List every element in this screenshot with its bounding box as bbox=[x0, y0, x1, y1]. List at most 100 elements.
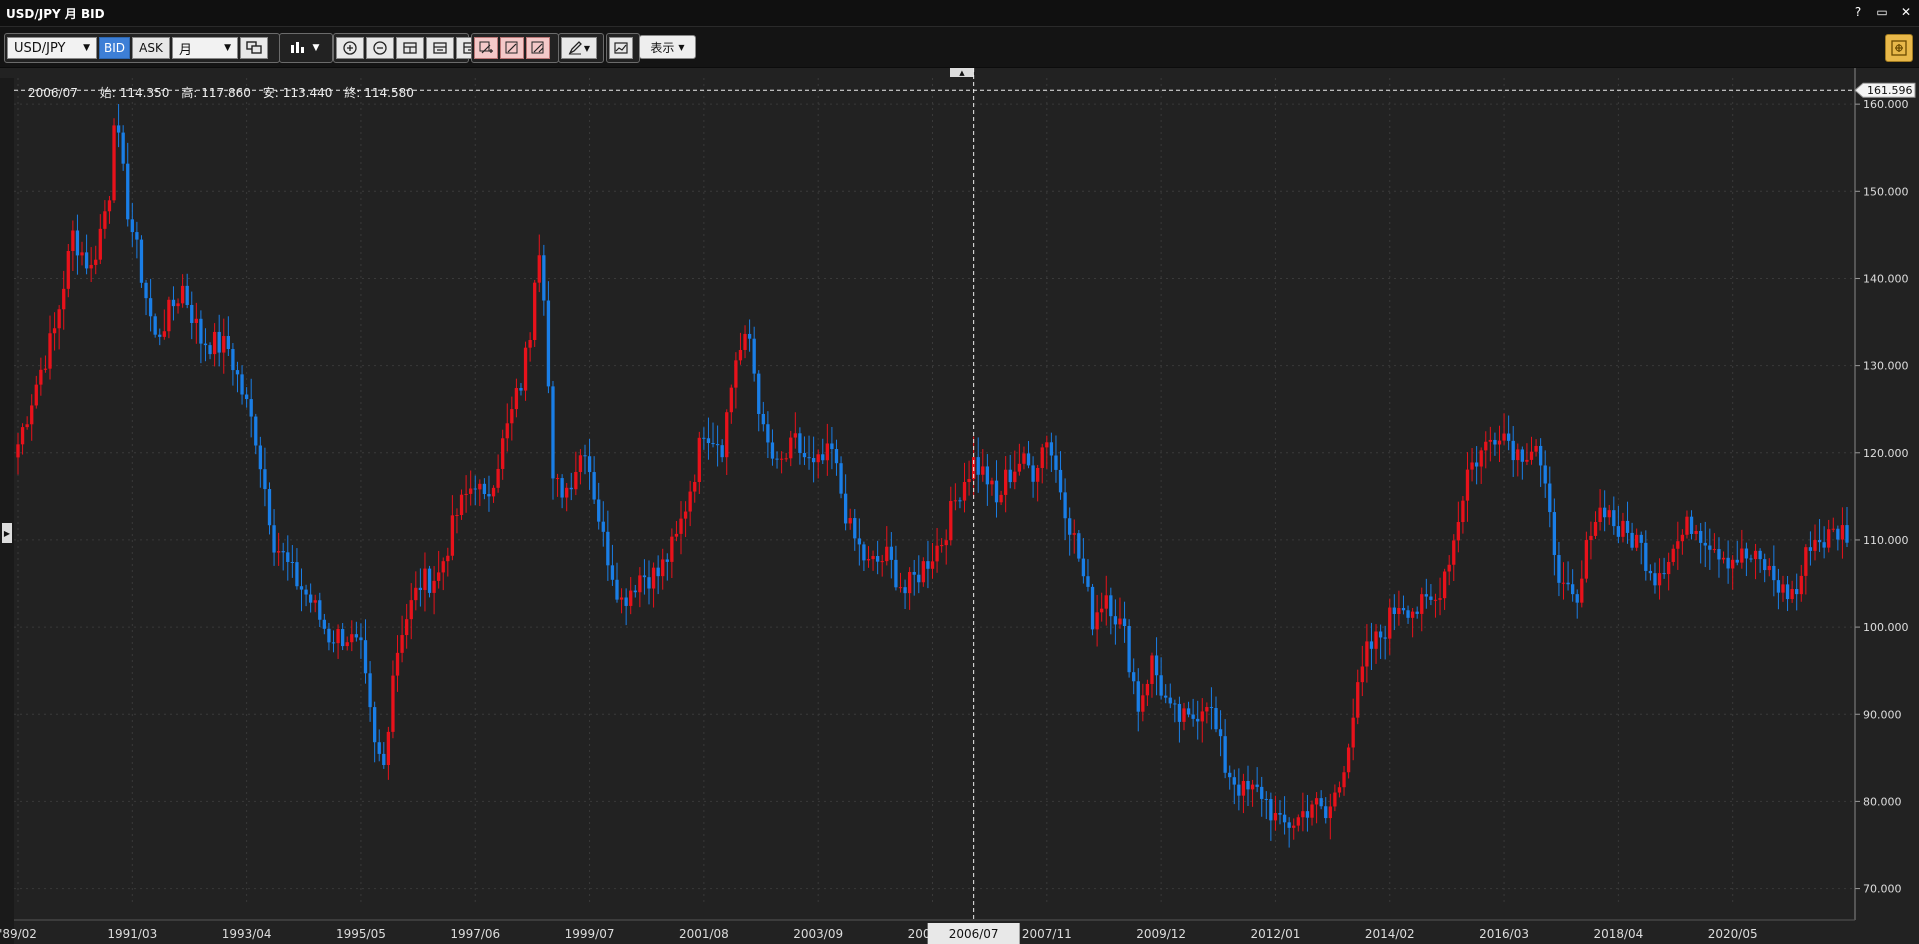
zoom-group bbox=[333, 33, 484, 63]
candle-body bbox=[1113, 616, 1118, 625]
candle-body bbox=[382, 753, 386, 766]
fit-icon bbox=[403, 42, 417, 54]
candle-body bbox=[1264, 798, 1268, 800]
symbol-select[interactable]: USD/JPY ▼ bbox=[7, 37, 97, 59]
candle-body bbox=[363, 640, 368, 674]
fit-button[interactable] bbox=[396, 37, 424, 59]
candle-body bbox=[1141, 695, 1145, 712]
candle-body bbox=[1356, 682, 1360, 718]
candle-body bbox=[222, 336, 226, 353]
candle-body bbox=[853, 518, 857, 539]
candle-body bbox=[1840, 525, 1845, 540]
candlestick-chart[interactable]: 70.000 80.000 90.000 100.000 110.000 120.000 1… bbox=[0, 68, 1919, 944]
close-button[interactable]: ✕ bbox=[1899, 4, 1913, 20]
candle-body bbox=[1173, 703, 1177, 705]
candle-body bbox=[1708, 545, 1712, 550]
candle-body bbox=[1612, 510, 1616, 527]
candle-body bbox=[523, 347, 528, 391]
candle-body bbox=[885, 546, 889, 562]
candle-body bbox=[921, 561, 926, 583]
candle-body bbox=[212, 331, 217, 355]
x-tick-label: 2014/02 bbox=[1365, 927, 1415, 941]
candle-body bbox=[1703, 542, 1707, 546]
candle-body bbox=[345, 642, 349, 647]
indicator-button[interactable] bbox=[609, 37, 633, 59]
candle-body bbox=[1145, 683, 1150, 696]
candle-body bbox=[1401, 607, 1406, 611]
candle-body bbox=[1310, 804, 1314, 818]
draw-add-button[interactable] bbox=[474, 37, 498, 59]
zoom-out-button[interactable] bbox=[366, 37, 394, 59]
candle-body bbox=[158, 334, 162, 337]
candle-body bbox=[153, 316, 157, 335]
high-label: 高: bbox=[181, 86, 198, 100]
y-tick-label: 130.000 bbox=[1863, 360, 1909, 373]
candle-body bbox=[889, 546, 894, 560]
candle-body bbox=[295, 562, 299, 587]
candle-body bbox=[459, 494, 464, 516]
display-menu-button[interactable]: 表示 ▼ bbox=[639, 35, 696, 59]
indicator-icon bbox=[614, 42, 628, 54]
candle-body bbox=[39, 369, 43, 385]
period-select[interactable]: 月 ▼ bbox=[172, 37, 239, 59]
candle-body bbox=[642, 575, 647, 578]
chart-settings-button[interactable] bbox=[1885, 34, 1913, 62]
candle-body bbox=[583, 455, 587, 457]
zoom-out-icon bbox=[373, 41, 387, 55]
symbol-value: USD/JPY bbox=[14, 40, 66, 56]
high-value: 117.860 bbox=[201, 86, 251, 100]
draw-delete-button[interactable] bbox=[526, 37, 550, 59]
candle-body bbox=[734, 360, 738, 388]
x-tick-label: 1999/07 bbox=[565, 927, 615, 941]
candle-body bbox=[1246, 780, 1250, 790]
candle-body bbox=[1598, 507, 1602, 522]
candle-body bbox=[203, 343, 208, 346]
range-icon bbox=[433, 42, 447, 54]
candle-body bbox=[1648, 570, 1653, 574]
draw-edit-button[interactable] bbox=[500, 37, 524, 59]
pen-group: ▼ bbox=[558, 33, 604, 63]
x-tick-label: 1993/04 bbox=[222, 927, 272, 941]
candle-body bbox=[1671, 548, 1675, 562]
candle-body bbox=[880, 561, 884, 563]
candle-body bbox=[1502, 433, 1506, 441]
candle-body bbox=[1593, 521, 1598, 536]
candle-body bbox=[1580, 578, 1584, 603]
candle-body bbox=[1429, 596, 1433, 600]
candle-body bbox=[789, 437, 793, 459]
ask-button[interactable]: ASK bbox=[132, 37, 171, 59]
candle-body bbox=[437, 572, 441, 581]
candle-body bbox=[1543, 465, 1547, 484]
compare-button[interactable] bbox=[240, 37, 269, 59]
candle-body bbox=[1109, 595, 1113, 617]
candle-body bbox=[592, 472, 596, 500]
y-tick-label: 150.000 bbox=[1863, 185, 1909, 198]
x-tick-label: 2009/12 bbox=[1136, 927, 1186, 941]
candle-body bbox=[505, 423, 509, 439]
draw-add-icon bbox=[479, 41, 493, 54]
candle-body bbox=[1726, 557, 1730, 569]
candle-body bbox=[784, 458, 788, 460]
range-button[interactable] bbox=[426, 37, 454, 59]
pen-select[interactable]: ▼ bbox=[561, 37, 597, 59]
candle-body bbox=[455, 515, 459, 517]
chart-type-select[interactable]: ▼ bbox=[282, 37, 326, 59]
y-tick-label: 110.000 bbox=[1863, 534, 1909, 547]
zoom-in-button[interactable] bbox=[336, 37, 364, 59]
candle-body bbox=[729, 387, 733, 413]
candle-body bbox=[1557, 555, 1561, 583]
candle-body bbox=[1621, 520, 1625, 537]
compare-icon bbox=[246, 41, 262, 54]
candle-body bbox=[1516, 449, 1520, 461]
candle-body bbox=[107, 200, 112, 212]
candle-body bbox=[990, 480, 994, 485]
candle-body bbox=[322, 619, 327, 629]
candle-body bbox=[304, 589, 308, 595]
bid-button[interactable]: BID bbox=[99, 37, 131, 59]
candle-body bbox=[1136, 681, 1140, 712]
help-button[interactable]: ? bbox=[1851, 4, 1865, 20]
candle-body bbox=[377, 742, 381, 754]
candle-body bbox=[533, 282, 537, 340]
candle-body bbox=[560, 478, 564, 498]
maximize-button[interactable]: ▭ bbox=[1875, 4, 1889, 20]
